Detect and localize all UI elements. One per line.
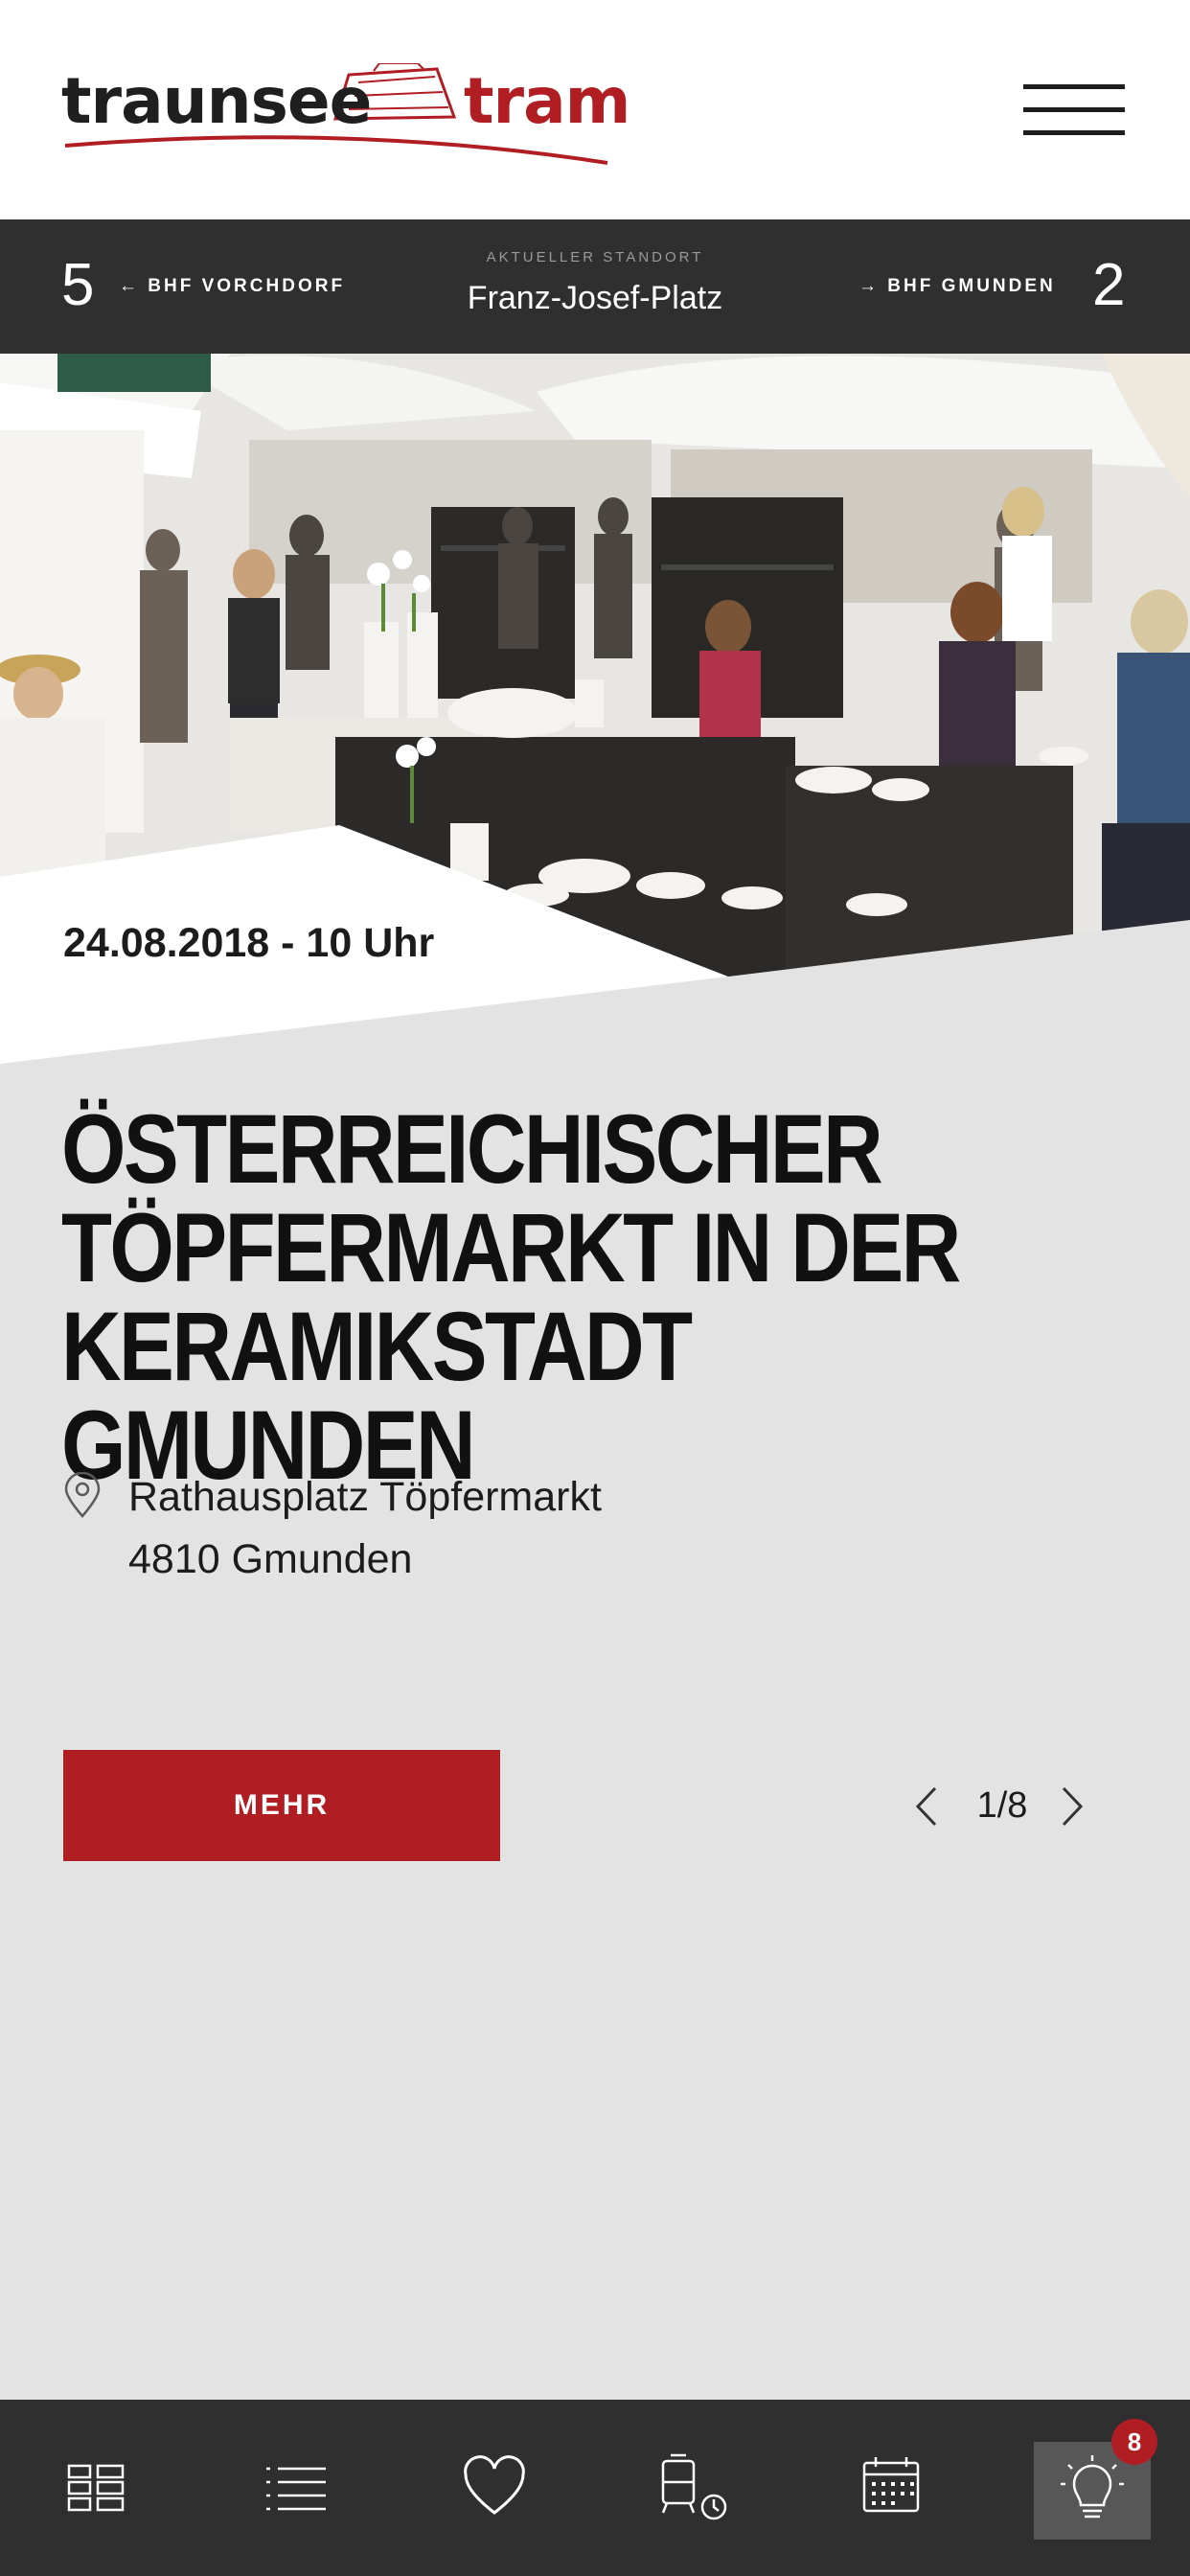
- event-address: Rathausplatz Töpfermarkt 4810 Gmunden: [128, 1466, 602, 1591]
- current-location: AKTUELLER STANDORT Franz-Josef-Platz: [355, 248, 835, 317]
- pager-indicator: 1/8: [976, 1785, 1028, 1826]
- logo-word-tram: tram: [464, 64, 630, 138]
- traunsee-tram-logo[interactable]: traunsee tram: [61, 63, 630, 169]
- nav-calendar[interactable]: [805, 2400, 977, 2576]
- heart-icon: [464, 2455, 525, 2515]
- nav-grid-view[interactable]: [10, 2400, 182, 2576]
- event-photo: [0, 354, 1190, 977]
- event-date: 24.08.2018 - 10 Uhr: [63, 920, 435, 966]
- calendar-icon: [862, 2457, 920, 2513]
- tram-timetable-icon: [661, 2453, 727, 2520]
- previous-stations-count: 5: [61, 252, 95, 318]
- next-station-link[interactable]: → BHF GMUNDEN: [858, 275, 1056, 298]
- app-header: traunsee tram: [0, 0, 1190, 219]
- notification-badge: 8: [1111, 2419, 1157, 2465]
- next-event-chevron-icon[interactable]: [1058, 1784, 1087, 1828]
- nav-favorites[interactable]: [408, 2400, 581, 2576]
- logo-word-traunsee: traunsee: [61, 64, 372, 138]
- location-pin-icon: [64, 1472, 101, 1518]
- more-button[interactable]: MEHR: [63, 1750, 500, 1861]
- next-stations-count: 2: [1092, 252, 1126, 318]
- nav-timetable[interactable]: [604, 2400, 776, 2576]
- nav-list-view[interactable]: [209, 2400, 381, 2576]
- current-station-name: Franz-Josef-Platz: [467, 280, 723, 316]
- list-icon: [266, 2467, 326, 2511]
- event-title: ÖSTERREICHISCHER TÖPFERMARKT IN DER KERA…: [61, 1094, 961, 1500]
- pottery-market-illustration: [0, 354, 1190, 977]
- previous-station-link[interactable]: ← BHF VORCHDORF: [119, 275, 345, 298]
- address-line-1: Rathausplatz Töpfermarkt: [128, 1474, 602, 1520]
- hamburger-menu-icon[interactable]: [1023, 84, 1125, 136]
- current-location-caption: AKTUELLER STANDORT: [486, 249, 704, 265]
- previous-event-chevron-icon[interactable]: [912, 1784, 941, 1828]
- bottom-navigation: 8: [0, 2400, 1190, 2576]
- station-bar: 5 ← BHF VORCHDORF AKTUELLER STANDORT Fra…: [0, 219, 1190, 354]
- address-line-2: 4810 Gmunden: [128, 1536, 413, 1582]
- grid-icon: [67, 2464, 125, 2512]
